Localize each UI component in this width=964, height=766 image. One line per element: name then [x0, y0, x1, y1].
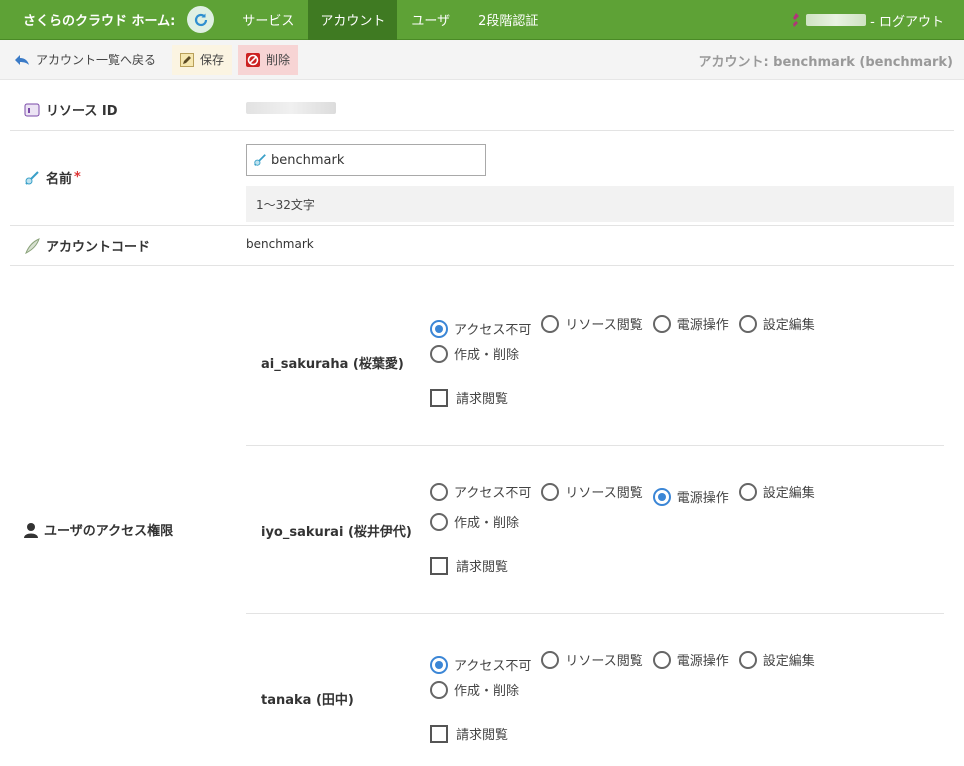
radio-selected-icon	[430, 655, 448, 674]
back-arrow-icon	[15, 54, 29, 65]
id-card-icon	[24, 103, 40, 116]
back-to-list-button[interactable]: アカウント一覧へ戻る	[0, 45, 164, 75]
radio-empty-icon	[430, 512, 448, 531]
user-name: ai_sakuraha (桜葉愛)	[261, 357, 404, 372]
radio-selected-icon	[652, 487, 671, 506]
radio-create-delete[interactable]: 作成・削除	[430, 509, 519, 534]
required-marker: *	[74, 170, 81, 185]
user-name-redacted	[806, 14, 867, 26]
back-label: アカウント一覧へ戻る	[36, 53, 157, 67]
no-entry-icon	[246, 52, 261, 67]
user-access-row: ユーザのアクセス権限 ai_sakuraha (桜葉愛) アクセス不可 リソース閲…	[10, 266, 954, 766]
user-access-label: ユーザのアクセス権限	[44, 524, 174, 539]
toolbar: アカウント一覧へ戻る 保存 削除 アカウント: benchmark (bench…	[0, 40, 964, 80]
name-hint: 1〜32文字	[246, 186, 954, 222]
user-permission-block: ai_sakuraha (桜葉愛) アクセス不可 リソース閲覧 電源操作 設定編集 作…	[246, 266, 944, 446]
nav-tab-services[interactable]: サービス	[228, 0, 308, 40]
account-code-label: アカウントコード	[46, 240, 151, 255]
radio-empty-icon	[652, 650, 671, 669]
radio-no-access[interactable]: アクセス不可	[430, 479, 531, 504]
delete-button[interactable]: 削除	[238, 44, 299, 75]
delete-label: 削除	[266, 53, 291, 67]
permission-radio-group: アクセス不可 リソース閲覧 電源操作 設定編集 作成・削除	[430, 647, 850, 703]
name-row: 名前 * benchmark 1〜32文字	[10, 131, 954, 226]
top-nav-bar: さくらのクラウド ホーム: サービス アカウント ユーザ 2段階認証 - ログア…	[0, 0, 964, 40]
nav-tab-two-factor[interactable]: 2段階認証	[464, 0, 552, 40]
radio-resource-view[interactable]: リソース閲覧	[541, 311, 643, 336]
billing-view-checkbox[interactable]: 請求閲覧	[430, 388, 508, 407]
radio-empty-icon	[738, 650, 757, 669]
user-access-label-group: ユーザのアクセス権限	[24, 520, 173, 539]
radio-empty-icon	[430, 344, 448, 363]
billing-view-label: 請求閲覧	[456, 392, 509, 407]
radio-selected-icon	[430, 319, 448, 338]
checkbox-empty-icon	[430, 556, 448, 575]
pencil-icon	[180, 52, 195, 67]
save-label: 保存	[200, 53, 225, 67]
user-permission-block: iyo_sakurai (桜井伊代) アクセス不可 リソース閲覧 電源操作 設定編集 …	[246, 446, 944, 614]
name-label: 名前	[46, 172, 73, 187]
radio-settings-edit[interactable]: 設定編集	[738, 311, 815, 336]
page-title: アカウント: benchmark (benchmark)	[698, 54, 953, 70]
brand-home: さくらのクラウド ホーム:	[0, 6, 228, 33]
nav-tab-users[interactable]: ユーザ	[397, 0, 464, 40]
permission-radio-group: アクセス不可 リソース閲覧 電源操作 設定編集 作成・削除	[430, 479, 850, 535]
radio-empty-icon	[738, 314, 757, 333]
radio-resource-view[interactable]: リソース閲覧	[541, 479, 643, 504]
billing-view-checkbox[interactable]: 請求閲覧	[430, 556, 508, 575]
radio-create-delete[interactable]: 作成・削除	[430, 341, 519, 366]
resource-id-label-group: リソース ID	[24, 100, 118, 119]
radio-empty-icon	[738, 482, 757, 501]
user-name: iyo_sakurai (桜井伊代)	[261, 525, 412, 540]
radio-no-access[interactable]: アクセス不可	[430, 316, 531, 341]
name-label-group: 名前 *	[24, 168, 81, 187]
permission-radio-group: アクセス不可 リソース閲覧 電源操作 設定編集 作成・削除	[430, 311, 850, 367]
account-code-row: アカウントコード benchmark	[10, 226, 954, 266]
billing-view-checkbox[interactable]: 請求閲覧	[430, 724, 508, 743]
user-icon	[24, 522, 38, 538]
user-key-icon	[793, 13, 800, 27]
radio-empty-icon	[430, 482, 448, 501]
radio-no-access[interactable]: アクセス不可	[430, 652, 531, 677]
radio-empty-icon	[430, 680, 448, 699]
resource-id-row: リソース ID	[10, 88, 954, 131]
name-input[interactable]: benchmark	[246, 144, 486, 176]
nav-tab-account[interactable]: アカウント	[308, 0, 398, 40]
resource-id-label: リソース ID	[46, 104, 118, 119]
account-code-value: benchmark	[246, 237, 314, 251]
account-code-label-group: アカウントコード	[24, 236, 150, 255]
radio-empty-icon	[652, 314, 671, 333]
radio-settings-edit[interactable]: 設定編集	[738, 479, 815, 504]
radio-power-operation[interactable]: 電源操作	[652, 311, 729, 336]
radio-empty-icon	[541, 650, 560, 669]
radio-settings-edit[interactable]: 設定編集	[738, 647, 815, 672]
user-name: tanaka (田中)	[261, 693, 354, 708]
checkbox-empty-icon	[430, 388, 448, 407]
radio-power-operation[interactable]: 電源操作	[652, 484, 729, 509]
radio-power-operation[interactable]: 電源操作	[652, 647, 729, 672]
logout-link[interactable]: - ログアウト	[870, 11, 944, 30]
billing-view-label: 請求閲覧	[456, 728, 509, 743]
user-permission-block: tanaka (田中) アクセス不可 リソース閲覧 電源操作 設定編集 作成・削除 請…	[246, 614, 944, 754]
radio-create-delete[interactable]: 作成・削除	[430, 677, 519, 702]
billing-view-label: 請求閲覧	[456, 560, 509, 575]
name-input-value: benchmark	[271, 152, 345, 168]
tag-icon	[25, 170, 39, 185]
radio-resource-view[interactable]: リソース閲覧	[541, 647, 643, 672]
checkbox-empty-icon	[430, 724, 448, 743]
resource-id-value-redacted	[246, 102, 336, 114]
save-button[interactable]: 保存	[172, 44, 233, 75]
radio-empty-icon	[541, 482, 560, 501]
user-menu: - ログアウト	[790, 0, 944, 40]
radio-empty-icon	[541, 314, 560, 333]
refresh-icon[interactable]	[187, 6, 215, 33]
feather-icon	[25, 237, 40, 254]
brand-label: さくらのクラウド ホーム:	[23, 14, 176, 29]
tag-icon	[254, 154, 266, 166]
